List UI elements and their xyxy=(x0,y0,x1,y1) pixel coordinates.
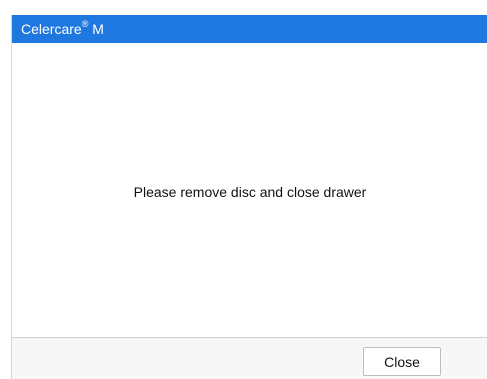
close-button[interactable]: Close xyxy=(363,347,441,376)
dialog-window: Celercare® M Please remove disc and clos… xyxy=(11,15,487,379)
dialog-title-suffix: M xyxy=(88,21,104,37)
registered-mark: ® xyxy=(81,19,89,29)
dialog-title-bar: Celercare® M xyxy=(12,15,487,43)
dialog-footer: Close xyxy=(12,337,487,379)
dialog-message: Please remove disc and close drawer xyxy=(133,184,367,200)
dialog-title: Celercare xyxy=(21,21,82,37)
